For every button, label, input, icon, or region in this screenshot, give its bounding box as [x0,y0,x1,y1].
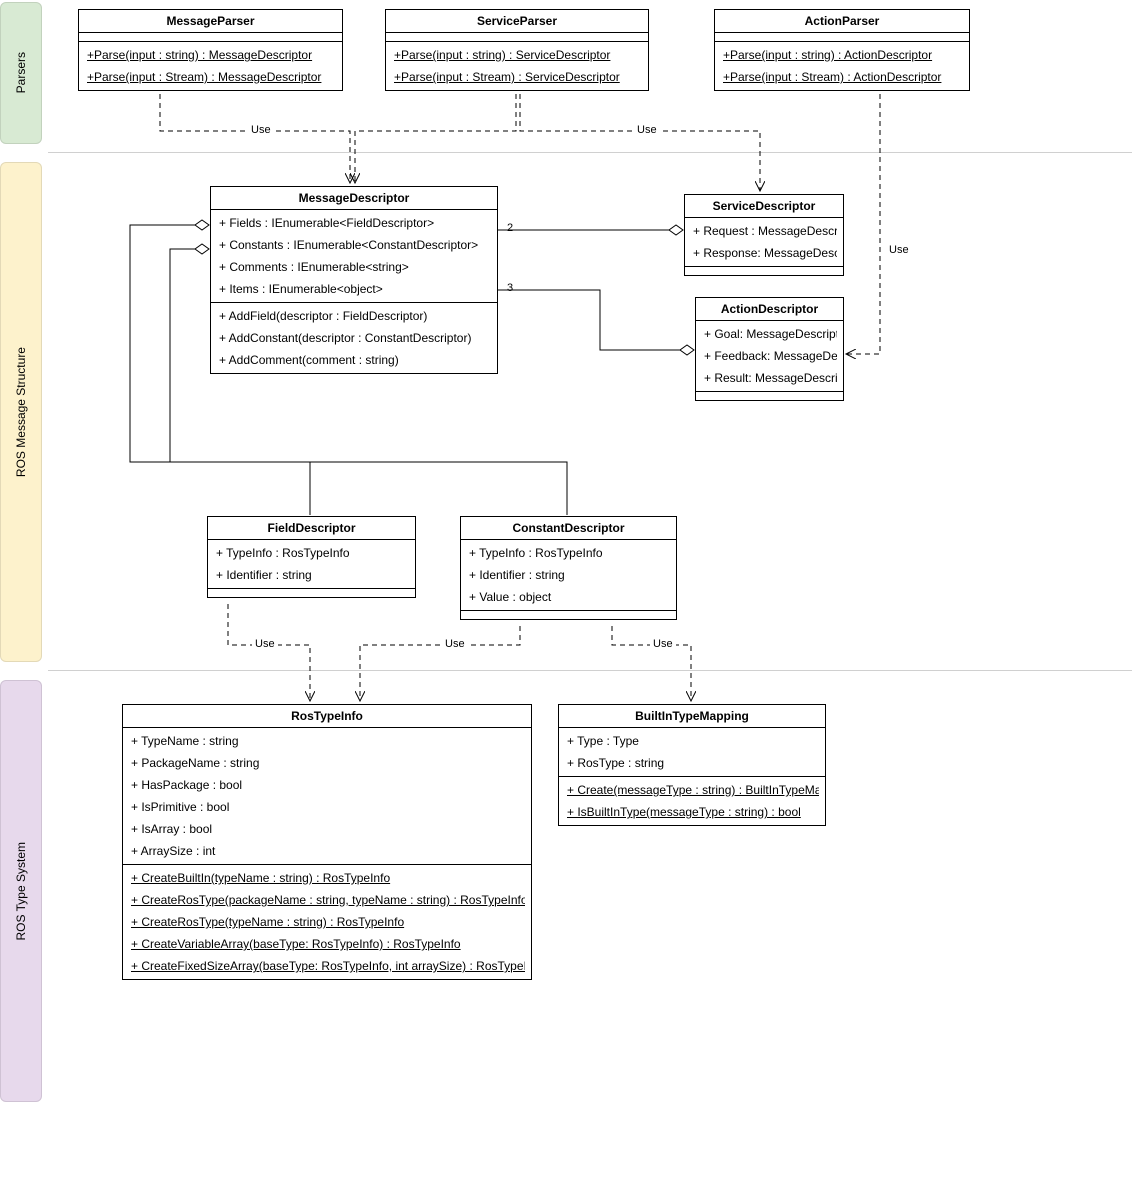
class-MessageDescriptor: MessageDescriptor + Fields : IEnumerable… [210,186,498,374]
attr: + HasPackage : bool [129,774,525,796]
class-title: ServiceParser [386,10,648,33]
attr: + Identifier : string [467,564,670,586]
class-title: BuiltInTypeMapping [559,705,825,728]
edge-label-use: Use [248,124,274,136]
method: +Parse(input : Stream) : MessageDescript… [85,66,336,88]
attributes: + TypeName : string + PackageName : stri… [123,728,531,865]
class-title: ActionDescriptor [696,298,843,321]
attr: + TypeName : string [129,730,525,752]
swimlane-typesystem-label: ROS Type System [14,842,28,940]
empty-attrs [79,33,342,42]
class-FieldDescriptor: FieldDescriptor + TypeInfo : RosTypeInfo… [207,516,416,598]
method: + AddComment(comment : string) [217,349,491,371]
class-title: RosTypeInfo [123,705,531,728]
class-title: ConstantDescriptor [461,517,676,540]
attr: + Fields : IEnumerable<FieldDescriptor> [217,212,491,234]
attr: + Feedback: MessageDescri... [702,345,837,367]
swimlane-parsers: Parsers [0,2,42,144]
method: + CreateRosType(packageName : string, ty… [129,889,525,911]
attr: + Identifier : string [214,564,409,586]
attr: + IsArray : bool [129,818,525,840]
attributes: + TypeInfo : RosTypeInfo + Identifier : … [461,540,676,611]
class-title: MessageDescriptor [211,187,497,210]
methods: + AddField(descriptor : FieldDescriptor)… [211,303,497,373]
class-title: FieldDescriptor [208,517,415,540]
method: + CreateBuiltIn(typeName : string) : Ros… [129,867,525,889]
method: + Create(messageType : string) : BuiltIn… [565,779,819,801]
method: +Parse(input : string) : MessageDescript… [85,44,336,66]
class-ServiceDescriptor: ServiceDescriptor + Request : MessageDes… [684,194,844,276]
swimlane-typesystem: ROS Type System [0,680,42,1102]
class-ServiceParser: ServiceParser +Parse(input : string) : S… [385,9,649,91]
multiplicity-3: 3 [507,282,513,294]
method: + CreateRosType(typeName : string) : Ros… [129,911,525,933]
attr: + Result: MessageDescripto... [702,367,837,389]
attributes: + Type : Type + RosType : string [559,728,825,777]
methods: + Create(messageType : string) : BuiltIn… [559,777,825,825]
method: +Parse(input : string) : ServiceDescript… [392,44,642,66]
divider-2 [48,670,1132,671]
attr: + TypeInfo : RosTypeInfo [467,542,670,564]
methods: + CreateBuiltIn(typeName : string) : Ros… [123,865,531,979]
attributes: + TypeInfo : RosTypeInfo + Identifier : … [208,540,415,589]
attr: + ArraySize : int [129,840,525,862]
class-ActionDescriptor: ActionDescriptor + Goal: MessageDescript… [695,297,844,401]
empty-methods [208,589,415,597]
edge-label-use: Use [252,638,278,650]
attr: + PackageName : string [129,752,525,774]
multiplicity-2: 2 [507,222,513,234]
class-MessageParser: MessageParser +Parse(input : string) : M… [78,9,343,91]
edge-label-use: Use [886,244,912,256]
method: + CreateVariableArray(baseType: RosTypeI… [129,933,525,955]
attr: + Value : object [467,586,670,608]
attr: + Response: MessageDescr... [691,242,837,264]
diagram-canvas: Parsers ROS Message Structure ROS Type S… [0,0,1132,1183]
methods: +Parse(input : string) : ServiceDescript… [386,42,648,90]
class-ConstantDescriptor: ConstantDescriptor + TypeInfo : RosTypeI… [460,516,677,620]
method: + AddField(descriptor : FieldDescriptor) [217,305,491,327]
method: + AddConstant(descriptor : ConstantDescr… [217,327,491,349]
attributes: + Request : MessageDescri... + Response:… [685,218,843,267]
attr: + TypeInfo : RosTypeInfo [214,542,409,564]
empty-methods [461,611,676,619]
empty-methods [685,267,843,275]
empty-attrs [386,33,648,42]
swimlane-structure-label: ROS Message Structure [14,347,28,477]
attr: + RosType : string [565,752,819,774]
edge-label-use: Use [442,638,468,650]
class-RosTypeInfo: RosTypeInfo + TypeName : string + Packag… [122,704,532,980]
attr: + Items : IEnumerable<object> [217,278,491,300]
method: +Parse(input : string) : ActionDescripto… [721,44,963,66]
method: + IsBuiltInType(messageType : string) : … [565,801,819,823]
attributes: + Goal: MessageDescriptor + Feedback: Me… [696,321,843,392]
class-title: ServiceDescriptor [685,195,843,218]
methods: +Parse(input : string) : ActionDescripto… [715,42,969,90]
attr: + Type : Type [565,730,819,752]
attr: + Request : MessageDescri... [691,220,837,242]
methods: +Parse(input : string) : MessageDescript… [79,42,342,90]
class-ActionParser: ActionParser +Parse(input : string) : Ac… [714,9,970,91]
attr: + IsPrimitive : bool [129,796,525,818]
class-title: MessageParser [79,10,342,33]
method: +Parse(input : Stream) : ServiceDescript… [392,66,642,88]
attributes: + Fields : IEnumerable<FieldDescriptor> … [211,210,497,303]
empty-methods [696,392,843,400]
edge-label-use: Use [650,638,676,650]
swimlane-parsers-label: Parsers [14,52,28,93]
class-title: ActionParser [715,10,969,33]
divider-1 [48,152,1132,153]
method: + CreateFixedSizeArray(baseType: RosType… [129,955,525,977]
attr: + Comments : IEnumerable<string> [217,256,491,278]
empty-attrs [715,33,969,42]
swimlane-structure: ROS Message Structure [0,162,42,662]
method: +Parse(input : Stream) : ActionDescripto… [721,66,963,88]
edge-label-use: Use [634,124,660,136]
attr: + Constants : IEnumerable<ConstantDescri… [217,234,491,256]
attr: + Goal: MessageDescriptor [702,323,837,345]
class-BuiltInTypeMapping: BuiltInTypeMapping + Type : Type + RosTy… [558,704,826,826]
